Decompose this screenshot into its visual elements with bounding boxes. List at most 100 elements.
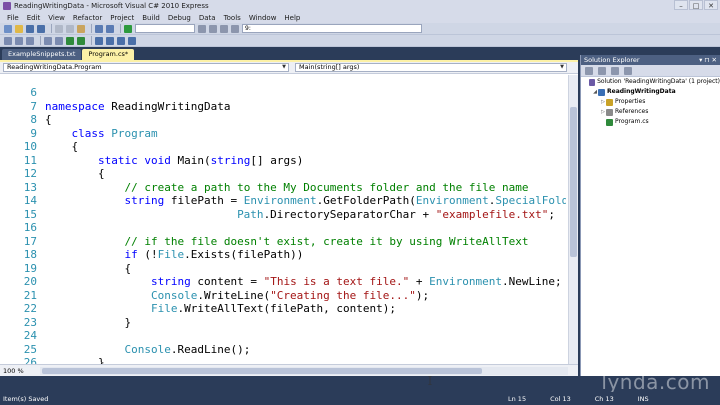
code-line[interactable]: 8{ xyxy=(0,113,566,127)
paste-icon[interactable] xyxy=(77,24,85,33)
view-code-icon[interactable] xyxy=(624,66,632,75)
horizontal-scrollbar[interactable] xyxy=(40,366,568,375)
horizontal-scroll-thumb[interactable] xyxy=(42,367,482,374)
status-message: Item(s) Saved xyxy=(3,394,49,403)
quick-info-icon[interactable] xyxy=(15,36,23,45)
new-project-icon[interactable] xyxy=(4,24,12,33)
redo-icon[interactable] xyxy=(106,24,114,33)
parameter-info-icon[interactable] xyxy=(26,36,34,45)
tree-item[interactable]: ▷ Properties xyxy=(581,97,720,107)
menu-window[interactable]: Window xyxy=(245,14,281,22)
code-line[interactable]: 14 string filePath = Environment.GetFold… xyxy=(0,194,566,208)
code-line[interactable]: 20 string content = "This is a text file… xyxy=(0,275,566,289)
bookmark-icon[interactable] xyxy=(95,36,103,45)
start-debugging-icon[interactable] xyxy=(124,24,132,33)
line-number: 6 xyxy=(30,86,37,99)
close-button[interactable]: ✕ xyxy=(704,0,718,10)
tree-item[interactable]: Program.cs xyxy=(581,117,720,127)
configuration-combo[interactable]: 9: xyxy=(242,24,422,33)
code-line[interactable]: 7 namespace ReadingWritingData xyxy=(0,100,566,114)
code-line[interactable]: 13 // create a path to the My Documents … xyxy=(0,181,566,195)
code-token: "examplefile.txt" xyxy=(435,207,549,221)
toolbox-icon[interactable] xyxy=(231,24,239,33)
code-line[interactable]: 22 File.WriteAllText(filePath, content); xyxy=(0,302,566,316)
code-line[interactable]: 11 static void Main(string[] args) xyxy=(0,154,566,168)
code-line[interactable]: 6 xyxy=(0,86,566,100)
solution-explorer-icon[interactable] xyxy=(209,24,217,33)
menu-view[interactable]: View xyxy=(44,14,69,22)
menu-data[interactable]: Data xyxy=(195,14,220,22)
code-token: { xyxy=(45,113,52,126)
clear-bookmarks-icon[interactable] xyxy=(128,36,136,45)
find-icon[interactable] xyxy=(198,24,206,33)
maximize-button[interactable]: □ xyxy=(689,0,703,10)
code-line[interactable]: 10 { xyxy=(0,140,566,154)
text-cursor-icon xyxy=(428,376,432,385)
class-dropdown[interactable]: ReadingWritingData.Program ▼ xyxy=(3,63,289,72)
menu-build[interactable]: Build xyxy=(138,14,164,22)
menu-file[interactable]: File xyxy=(3,14,23,22)
tree-item[interactable]: ▷ References xyxy=(581,107,720,117)
code-text: if (!File.Exists(filePath)) xyxy=(45,248,303,261)
menu-tools[interactable]: Tools xyxy=(220,14,245,22)
line-number: 14 xyxy=(23,194,37,207)
zoom-level[interactable]: 100 % xyxy=(0,367,40,375)
decrease-indent-icon[interactable] xyxy=(44,36,52,45)
code-editor[interactable]: ReadingWritingData.Program ▼ Main(string… xyxy=(0,60,578,385)
menu-debug[interactable]: Debug xyxy=(164,14,195,22)
tree-item-icon xyxy=(606,118,613,126)
tree-item[interactable]: Solution 'ReadingWritingData' (1 project… xyxy=(581,77,720,87)
properties-icon[interactable] xyxy=(220,24,228,33)
line-number: 21 xyxy=(23,288,37,302)
show-all-files-icon[interactable] xyxy=(598,66,606,75)
code-text-area[interactable]: 6 7 namespace ReadingWritingData 8{9 class … xyxy=(0,86,566,376)
member-dropdown[interactable]: Main(string[] args) ▼ xyxy=(295,63,567,72)
code-line[interactable]: 24 xyxy=(0,329,566,343)
menu-refactor[interactable]: Refactor xyxy=(69,14,106,22)
uncomment-icon[interactable] xyxy=(77,36,85,45)
vertical-scrollbar[interactable] xyxy=(568,75,578,364)
code-token: } xyxy=(45,315,132,329)
menu-project[interactable]: Project xyxy=(106,14,138,22)
code-line[interactable]: 23 } xyxy=(0,316,566,330)
solution-explorer: Solution Explorer ▾ ⊓ ✕ Solution 'Readin… xyxy=(580,55,720,376)
line-number: 24 xyxy=(23,329,37,342)
panel-controls-icon[interactable]: ▾ ⊓ ✕ xyxy=(699,55,720,65)
open-file-icon[interactable] xyxy=(15,24,23,33)
prev-bookmark-icon[interactable] xyxy=(106,36,114,45)
code-line[interactable]: 9 class Program xyxy=(0,127,566,141)
code-line[interactable]: 12 { xyxy=(0,167,566,181)
lynda-watermark-logo: lynda.com xyxy=(601,370,710,394)
code-text: // create a path to the My Documents fol… xyxy=(45,181,528,194)
refresh-icon[interactable] xyxy=(611,66,619,75)
code-line[interactable]: 25 Console.ReadLine(); xyxy=(0,343,566,357)
increase-indent-icon[interactable] xyxy=(55,36,63,45)
properties-icon[interactable] xyxy=(585,66,593,75)
tree-item-label: Solution 'ReadingWritingData' (1 project… xyxy=(597,78,720,85)
code-line[interactable]: 17 // if the file doesn't exist, create … xyxy=(0,235,566,249)
find-combo[interactable] xyxy=(135,24,195,33)
code-line[interactable]: 18 if (!File.Exists(filePath)) xyxy=(0,248,566,262)
tree-item[interactable]: ◢ ReadingWritingData xyxy=(581,87,720,97)
code-token: SpecialFolder xyxy=(495,194,566,207)
object-browser-icon[interactable] xyxy=(4,36,12,45)
comment-icon[interactable] xyxy=(66,36,74,45)
menu-help[interactable]: Help xyxy=(280,14,304,22)
undo-icon[interactable] xyxy=(95,24,103,33)
vertical-scroll-thumb[interactable] xyxy=(570,107,577,257)
next-bookmark-icon[interactable] xyxy=(117,36,125,45)
code-line[interactable]: 19 { xyxy=(0,262,566,276)
code-line[interactable]: 21 Console.WriteLine("Creating the file.… xyxy=(0,289,566,303)
menu-edit[interactable]: Edit xyxy=(23,14,45,22)
code-line[interactable]: 16 xyxy=(0,221,566,235)
minimize-button[interactable]: – xyxy=(674,0,688,10)
tab-program-cs[interactable]: Program.cs* xyxy=(82,49,135,60)
code-token: .GetFolderPath( xyxy=(316,194,416,207)
save-all-icon[interactable] xyxy=(37,24,45,33)
code-line[interactable]: 15 Path.DirectorySeparatorChar + "exampl… xyxy=(0,208,566,222)
tab-examplesnippets[interactable]: ExampleSnippets.txt xyxy=(2,49,82,60)
copy-icon[interactable] xyxy=(66,24,74,33)
save-icon[interactable] xyxy=(26,24,34,33)
chevron-down-icon: ▼ xyxy=(282,64,286,70)
cut-icon[interactable] xyxy=(55,24,63,33)
